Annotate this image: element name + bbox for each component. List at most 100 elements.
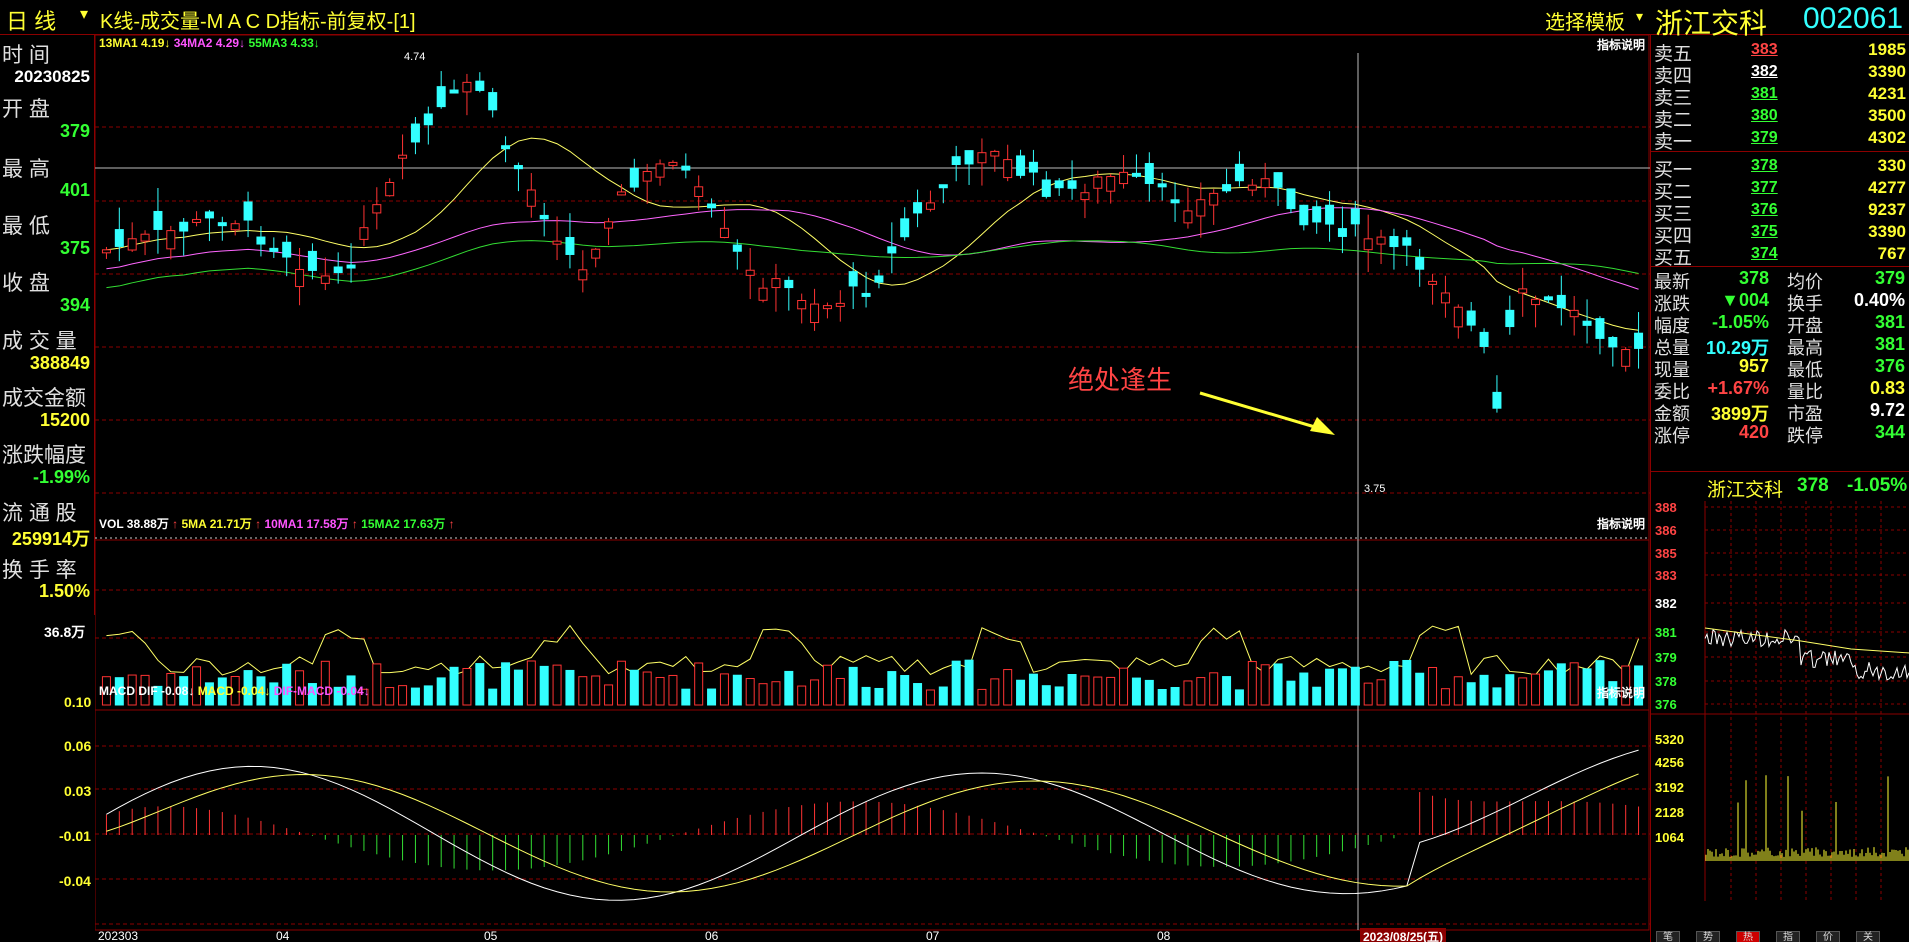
template-selector[interactable]: 选择模板 [1545,6,1625,35]
volume-bar [642,671,652,706]
order-label: 卖一 [1654,132,1693,153]
info-panel: 时 间 20230825 开 盘 379 最 高 401 最 低 375 收 盘… [0,35,95,615]
candle-body [230,223,240,231]
bottom-tab[interactable]: 笔 [1656,931,1680,942]
order-price: 378 [1751,157,1778,174]
candle-body [114,229,124,247]
candle-body [835,302,845,307]
candle-body [1634,332,1644,349]
sell-row[interactable]: 卖四 382 3390 [1651,61,1909,87]
macd-ytick: 0.06 [64,738,92,754]
vol-legend-item: ↑ [351,517,362,531]
indicator-help-vol[interactable]: 指标说明 [1597,515,1645,532]
candle-body [1041,179,1051,197]
high-label: 最 高 [2,158,50,181]
chevron-down-icon[interactable]: ▾ [80,4,88,24]
volume-bar [1157,688,1167,706]
volume-bar [797,685,807,706]
vol-legend-item: ↑ [448,517,455,531]
price-tick: 386 [1655,523,1677,538]
volume-bar [784,670,794,706]
volume-bar [874,687,884,706]
volume-bar [1093,676,1103,706]
candle-body [410,123,420,143]
volume-bar [1531,673,1541,706]
volume-bar [835,677,845,706]
candle-body [1492,391,1502,409]
volume-bar [539,665,549,706]
candlesticks [101,71,1644,413]
bottom-tab[interactable]: 势 [1696,931,1720,942]
macd-legend-item: DIF-MACD -0.04↓ [273,684,370,698]
stat-value: 9.72 [1869,400,1905,420]
volume-bar [462,667,472,706]
candle-body [1569,309,1579,318]
order-volume: 9237 [1868,200,1906,219]
volume-bar [1492,687,1502,706]
candle-body [964,150,974,165]
x-label: 07 [926,929,940,942]
bottom-tab[interactable]: 价 [1816,931,1840,942]
bottom-tab[interactable]: 指 [1776,931,1800,942]
order-price: 374 [1751,245,1778,262]
price-tick: 383 [1655,568,1677,583]
candle-body [243,201,253,221]
chevron-down-icon[interactable]: ▾ [1636,8,1643,25]
stat-value: 0.83 [1869,378,1905,398]
kline-chart[interactable] [95,35,1650,942]
sell-row[interactable]: 卖五 383 1985 [1651,39,1909,65]
volume-bar [951,660,961,706]
x-label: 202303 [98,929,139,942]
candle-body [642,171,652,182]
stat-value: 381 [1874,312,1905,332]
vol-axis-label: 36.8万 [44,624,86,640]
candle-body [1531,298,1541,306]
candle-body [1608,336,1618,348]
macd-ytick: -0.01 [59,828,91,844]
volume-bar [758,683,768,706]
intraday-chart[interactable]: 388 386 385 383 382 381 379 378 376 5320 4256 3192 2… [1651,501,1909,942]
candle-body [423,113,433,126]
indicator-help-macd[interactable]: 指标说明 [1597,684,1645,701]
candle-body [385,181,395,197]
candle-body [1350,208,1360,225]
candle-body [1080,192,1090,201]
buy-row[interactable]: 买二 377 4277 [1651,177,1909,203]
candle-body [1543,296,1553,301]
order-volume: 1985 [1868,40,1906,59]
period-selector[interactable]: 日 线 [6,4,56,36]
buy-row[interactable]: 买四 375 3390 [1651,221,1909,247]
volume-bar [1325,668,1335,706]
candle-body [166,230,176,250]
volume-bar [1363,682,1373,706]
sell-row[interactable]: 卖二 380 3500 [1651,105,1909,131]
candle-body [797,299,807,310]
time-value: 20230825 [14,67,90,86]
stat-value: +1.67% [1707,378,1769,398]
candle-body [591,248,601,259]
candle-body [320,275,330,284]
bottom-tab[interactable]: 关 [1856,931,1880,942]
bottom-tab[interactable]: 热 [1736,931,1760,942]
volume-bar [436,677,446,706]
candle-body [616,191,626,196]
candle-body [758,287,768,301]
buy-row[interactable]: 买三 376 9237 [1651,199,1909,225]
sell-row[interactable]: 卖一 379 4302 [1651,127,1909,153]
volume-bar [552,664,562,706]
sell-row[interactable]: 卖三 381 4231 [1651,83,1909,109]
indicator-help-main[interactable]: 指标说明 [1597,36,1645,53]
order-price: 377 [1751,179,1778,196]
stat-value: 381 [1874,334,1905,354]
mini-stock-name: 浙江交科 [1707,480,1784,501]
buy-row[interactable]: 买五 374 767 [1651,243,1909,269]
candle-body [913,202,923,214]
volume-bar [990,678,1000,706]
buy-row[interactable]: 买一 378 330 [1651,155,1909,181]
order-price: 376 [1751,201,1778,218]
volume-tick: 5320 [1655,732,1684,747]
candle-body [1054,180,1064,189]
candle-body [745,269,755,276]
candle-body [501,145,511,150]
order-volume: 3500 [1868,106,1906,125]
